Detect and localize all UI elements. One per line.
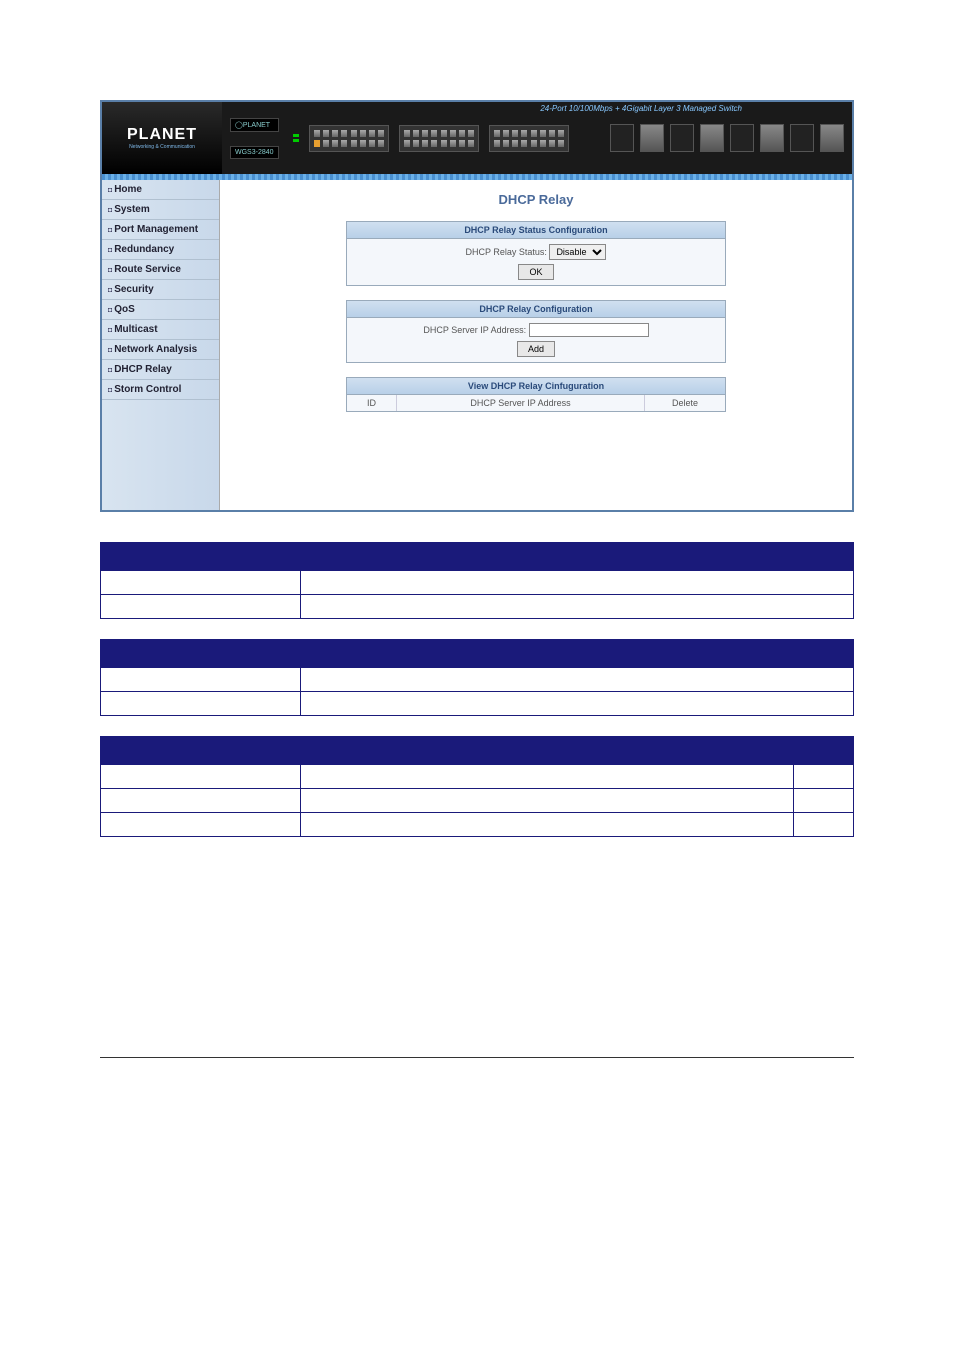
table-cell — [301, 571, 854, 595]
table-cell — [301, 789, 794, 813]
sidebar-item-dhcp-relay[interactable]: DHCP Relay — [102, 360, 219, 380]
table-cell — [301, 765, 794, 789]
relay-config-box: DHCP Relay Configuration DHCP Server IP … — [346, 300, 726, 363]
device-screenshot: PLANET Networking & Communication ◯PLANE… — [100, 100, 854, 512]
table-cell — [101, 765, 301, 789]
table-cell — [301, 813, 794, 837]
sidebar: Home System Port Management Redundancy R… — [102, 180, 220, 510]
table-header — [301, 640, 854, 668]
status-leds — [293, 134, 299, 142]
device-description: 24-Port 10/100Mbps + 4Gigabit Layer 3 Ma… — [540, 104, 742, 113]
sidebar-item-qos[interactable]: QoS — [102, 300, 219, 320]
doc-table-status — [100, 542, 854, 619]
doc-table-config — [100, 639, 854, 716]
sidebar-item-storm-control[interactable]: Storm Control — [102, 380, 219, 400]
brand-name: PLANET — [127, 126, 197, 144]
table-cell — [794, 789, 854, 813]
view-col-id: ID — [347, 395, 397, 411]
sidebar-item-system[interactable]: System — [102, 200, 219, 220]
add-button[interactable]: Add — [517, 341, 555, 357]
table-cell — [101, 668, 301, 692]
table-header — [101, 640, 301, 668]
status-config-box: DHCP Relay Status Configuration DHCP Rel… — [346, 221, 726, 286]
sfp-slots — [610, 124, 844, 152]
sidebar-item-route-service[interactable]: Route Service — [102, 260, 219, 280]
relay-config-header: DHCP Relay Configuration — [346, 300, 726, 318]
brand-logo: PLANET Networking & Communication — [102, 102, 222, 174]
port-group-3 — [489, 125, 569, 152]
doc-table-view — [100, 736, 854, 837]
table-cell — [301, 595, 854, 619]
model-label: WGS3-2840 — [230, 146, 279, 159]
table-cell — [301, 668, 854, 692]
table-cell — [101, 595, 301, 619]
view-config-box: View DHCP Relay Cinfuguration ID DHCP Se… — [346, 377, 726, 412]
sidebar-item-port-management[interactable]: Port Management — [102, 220, 219, 240]
server-ip-input[interactable] — [529, 323, 649, 337]
switch-panel: ◯PLANET WGS3-2840 24-Por — [222, 102, 852, 174]
page-title: DHCP Relay — [250, 192, 822, 207]
port-group-2 — [399, 125, 479, 152]
sidebar-item-multicast[interactable]: Multicast — [102, 320, 219, 340]
ok-button[interactable]: OK — [518, 264, 553, 280]
status-config-header: DHCP Relay Status Configuration — [346, 221, 726, 239]
table-header — [301, 543, 854, 571]
table-header — [794, 737, 854, 765]
brand-tagline: Networking & Communication — [129, 144, 195, 150]
brand-badge: ◯PLANET — [230, 118, 279, 132]
footer-line — [100, 1057, 854, 1064]
view-col-addr: DHCP Server IP Address — [397, 395, 645, 411]
table-cell — [794, 765, 854, 789]
sidebar-item-security[interactable]: Security — [102, 280, 219, 300]
table-header — [101, 543, 301, 571]
sidebar-item-home[interactable]: Home — [102, 180, 219, 200]
port-group-1 — [309, 125, 389, 152]
table-header — [301, 737, 794, 765]
device-header: PLANET Networking & Communication ◯PLANE… — [102, 102, 852, 174]
table-header — [101, 737, 301, 765]
content-area: DHCP Relay DHCP Relay Status Configurati… — [220, 180, 852, 510]
view-config-header: View DHCP Relay Cinfuguration — [346, 377, 726, 395]
table-cell — [301, 692, 854, 716]
sidebar-item-redundancy[interactable]: Redundancy — [102, 240, 219, 260]
table-cell — [101, 813, 301, 837]
server-ip-label: DHCP Server IP Address: — [423, 325, 526, 335]
sidebar-item-network-analysis[interactable]: Network Analysis — [102, 340, 219, 360]
status-select[interactable]: Disable — [549, 244, 606, 260]
status-label: DHCP Relay Status: — [466, 247, 547, 257]
table-cell — [794, 813, 854, 837]
view-col-delete: Delete — [645, 395, 725, 411]
table-cell — [101, 571, 301, 595]
table-cell — [101, 789, 301, 813]
table-cell — [101, 692, 301, 716]
